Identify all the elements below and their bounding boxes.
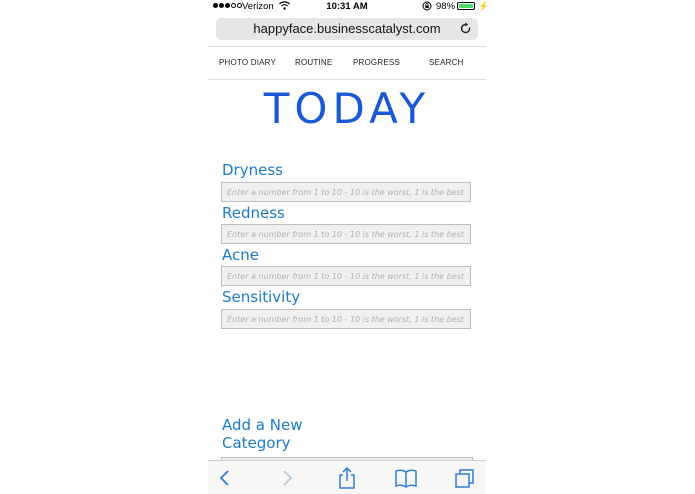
- reload-icon[interactable]: [460, 22, 472, 36]
- address-divider: [208, 46, 486, 47]
- nav-progress[interactable]: PROGRESS: [353, 58, 400, 67]
- site-nav: PHOTO DIARY ROUTINE PROGRESS SEARCH: [208, 56, 486, 70]
- page-title: TODAY: [263, 84, 431, 133]
- charging-icon: ⚡: [478, 1, 486, 11]
- battery-icon: [457, 2, 475, 10]
- browser-toolbar: [208, 460, 486, 494]
- battery-percent: 98%: [436, 1, 456, 12]
- category-label-sensitivity: Sensitivity: [222, 288, 301, 306]
- tabs-icon[interactable]: [453, 467, 477, 489]
- address-bar[interactable]: happyface.businesscatalyst.com: [216, 18, 478, 40]
- share-icon[interactable]: [335, 467, 359, 489]
- nav-routine[interactable]: ROUTINE: [295, 58, 332, 67]
- forward-icon[interactable]: [274, 467, 298, 489]
- category-label-dryness: Dryness: [222, 161, 283, 179]
- nav-divider: [208, 79, 486, 80]
- dryness-input[interactable]: [221, 182, 471, 202]
- sensitivity-input[interactable]: [221, 309, 471, 329]
- lock-rotation-icon: [422, 1, 432, 11]
- status-bar: Verizon 10:31 AM 98% ⚡: [208, 0, 486, 14]
- category-label-redness: Redness: [222, 204, 285, 222]
- nav-photo-diary[interactable]: PHOTO DIARY: [219, 58, 276, 67]
- phone-screen: Verizon 10:31 AM 98% ⚡ happyface.busines…: [208, 0, 486, 494]
- nav-search[interactable]: SEARCH: [429, 58, 464, 67]
- category-label-acne: Acne: [222, 246, 259, 264]
- redness-input[interactable]: [221, 224, 471, 244]
- bookmarks-icon[interactable]: [394, 467, 418, 489]
- back-icon[interactable]: [214, 467, 238, 489]
- url-text: happyface.businesscatalyst.com: [253, 21, 441, 36]
- acne-input[interactable]: [221, 266, 471, 286]
- add-category-heading: Add a New Category: [222, 416, 303, 452]
